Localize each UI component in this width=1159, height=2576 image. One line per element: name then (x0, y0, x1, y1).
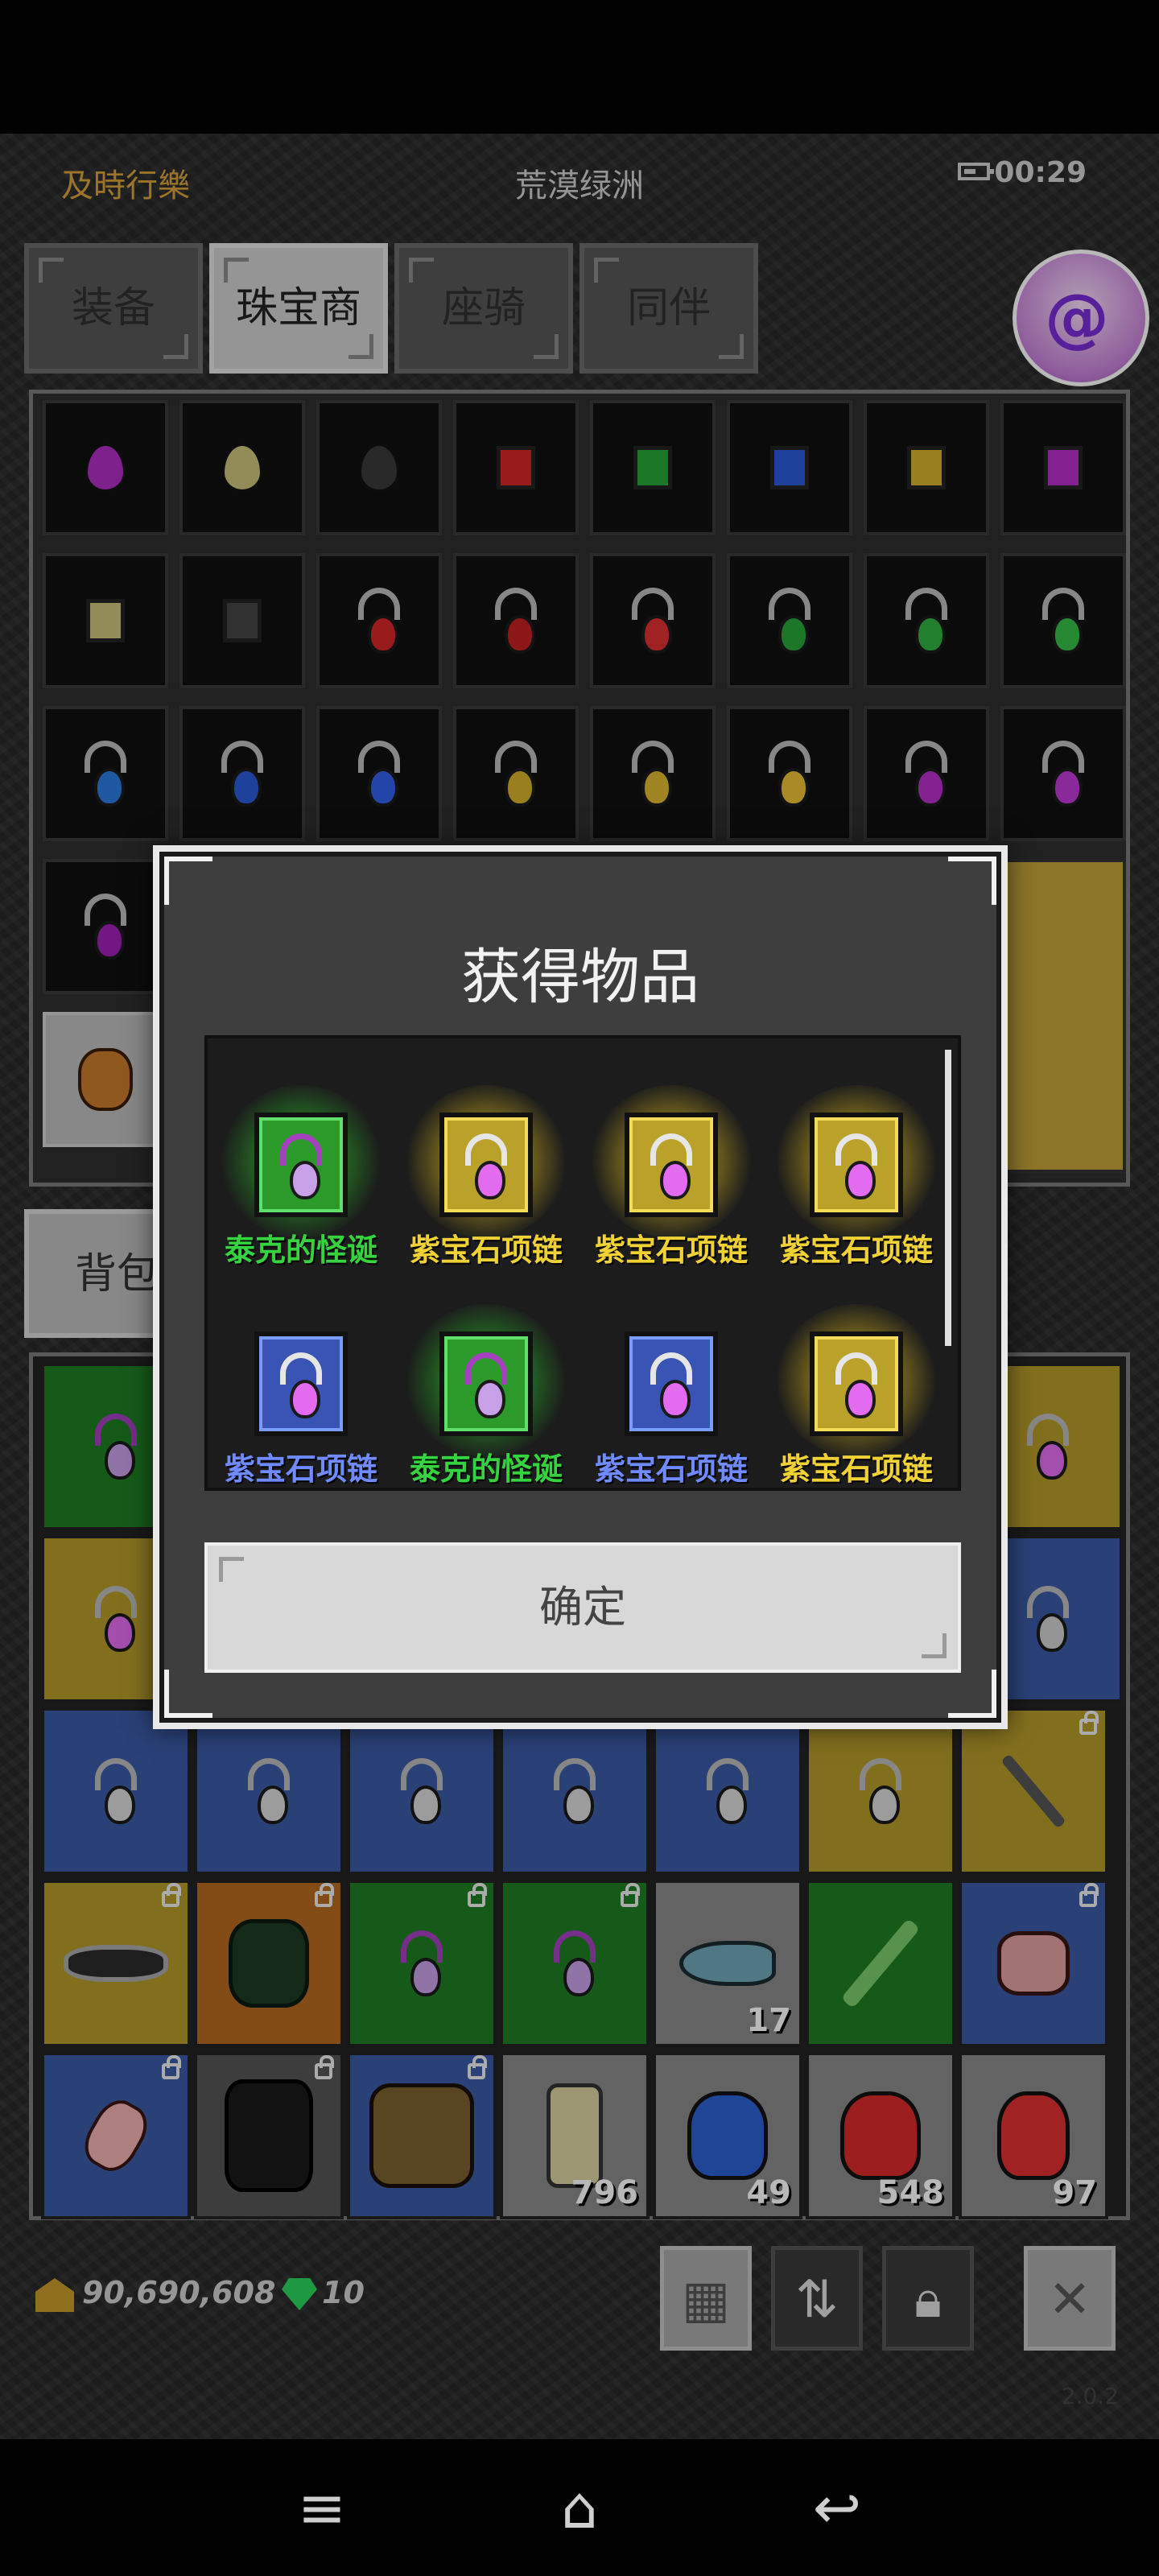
reward-item[interactable]: 泰克的怪诞 (394, 1301, 578, 1488)
reward-label: 紫宝石项链 (409, 1232, 563, 1268)
reward-label: 泰克的怪诞 (224, 1232, 377, 1268)
necklace-icon (829, 1352, 884, 1418)
reward-item[interactable]: 紫宝石项链 (580, 1082, 763, 1283)
reward-label: 泰克的怪诞 (409, 1451, 563, 1487)
system-nav-bar: ≡ ⌂ ↩ (0, 2439, 1159, 2576)
reward-label: 紫宝石项链 (224, 1451, 377, 1487)
reward-list-scrollbar[interactable] (945, 1050, 951, 1346)
reward-item[interactable]: 紫宝石项链 (209, 1301, 393, 1488)
reward-dialog: 获得物品 泰克的怪诞 紫宝石项链 紫宝石项链 紫宝石项链 紫宝石项链 泰克的怪诞… (153, 845, 1008, 1729)
reward-list[interactable]: 泰克的怪诞 紫宝石项链 紫宝石项链 紫宝石项链 紫宝石项链 泰克的怪诞 紫宝石项… (204, 1035, 961, 1491)
necklace-icon (829, 1133, 884, 1199)
home-icon[interactable]: ⌂ (539, 2471, 620, 2544)
back-icon[interactable]: ↩ (797, 2471, 877, 2544)
frame-corner (164, 1670, 212, 1718)
necklace-icon (459, 1133, 514, 1199)
necklace-icon (644, 1352, 699, 1418)
reward-label: 紫宝石项链 (594, 1451, 748, 1487)
reward-label: 紫宝石项链 (779, 1451, 933, 1487)
reward-item[interactable]: 紫宝石项链 (765, 1301, 948, 1488)
dialog-title: 获得物品 (461, 943, 699, 1012)
reward-label: 紫宝石项链 (779, 1232, 933, 1268)
reward-item[interactable]: 紫宝石项链 (580, 1301, 763, 1488)
reward-label: 紫宝石项链 (594, 1232, 748, 1268)
reward-item[interactable]: 泰克的怪诞 (209, 1082, 393, 1283)
frame-corner (948, 1670, 996, 1718)
necklace-icon (644, 1133, 699, 1199)
frame-corner (164, 857, 212, 905)
reward-item[interactable]: 紫宝石项链 (765, 1082, 948, 1283)
necklace-icon (459, 1352, 514, 1418)
frame-corner (948, 857, 996, 905)
necklace-icon (274, 1352, 328, 1418)
necklace-icon (274, 1133, 328, 1199)
reward-item[interactable]: 紫宝石项链 (394, 1082, 578, 1283)
confirm-button[interactable]: 确定 (204, 1542, 961, 1673)
menu-icon[interactable]: ≡ (282, 2471, 362, 2544)
